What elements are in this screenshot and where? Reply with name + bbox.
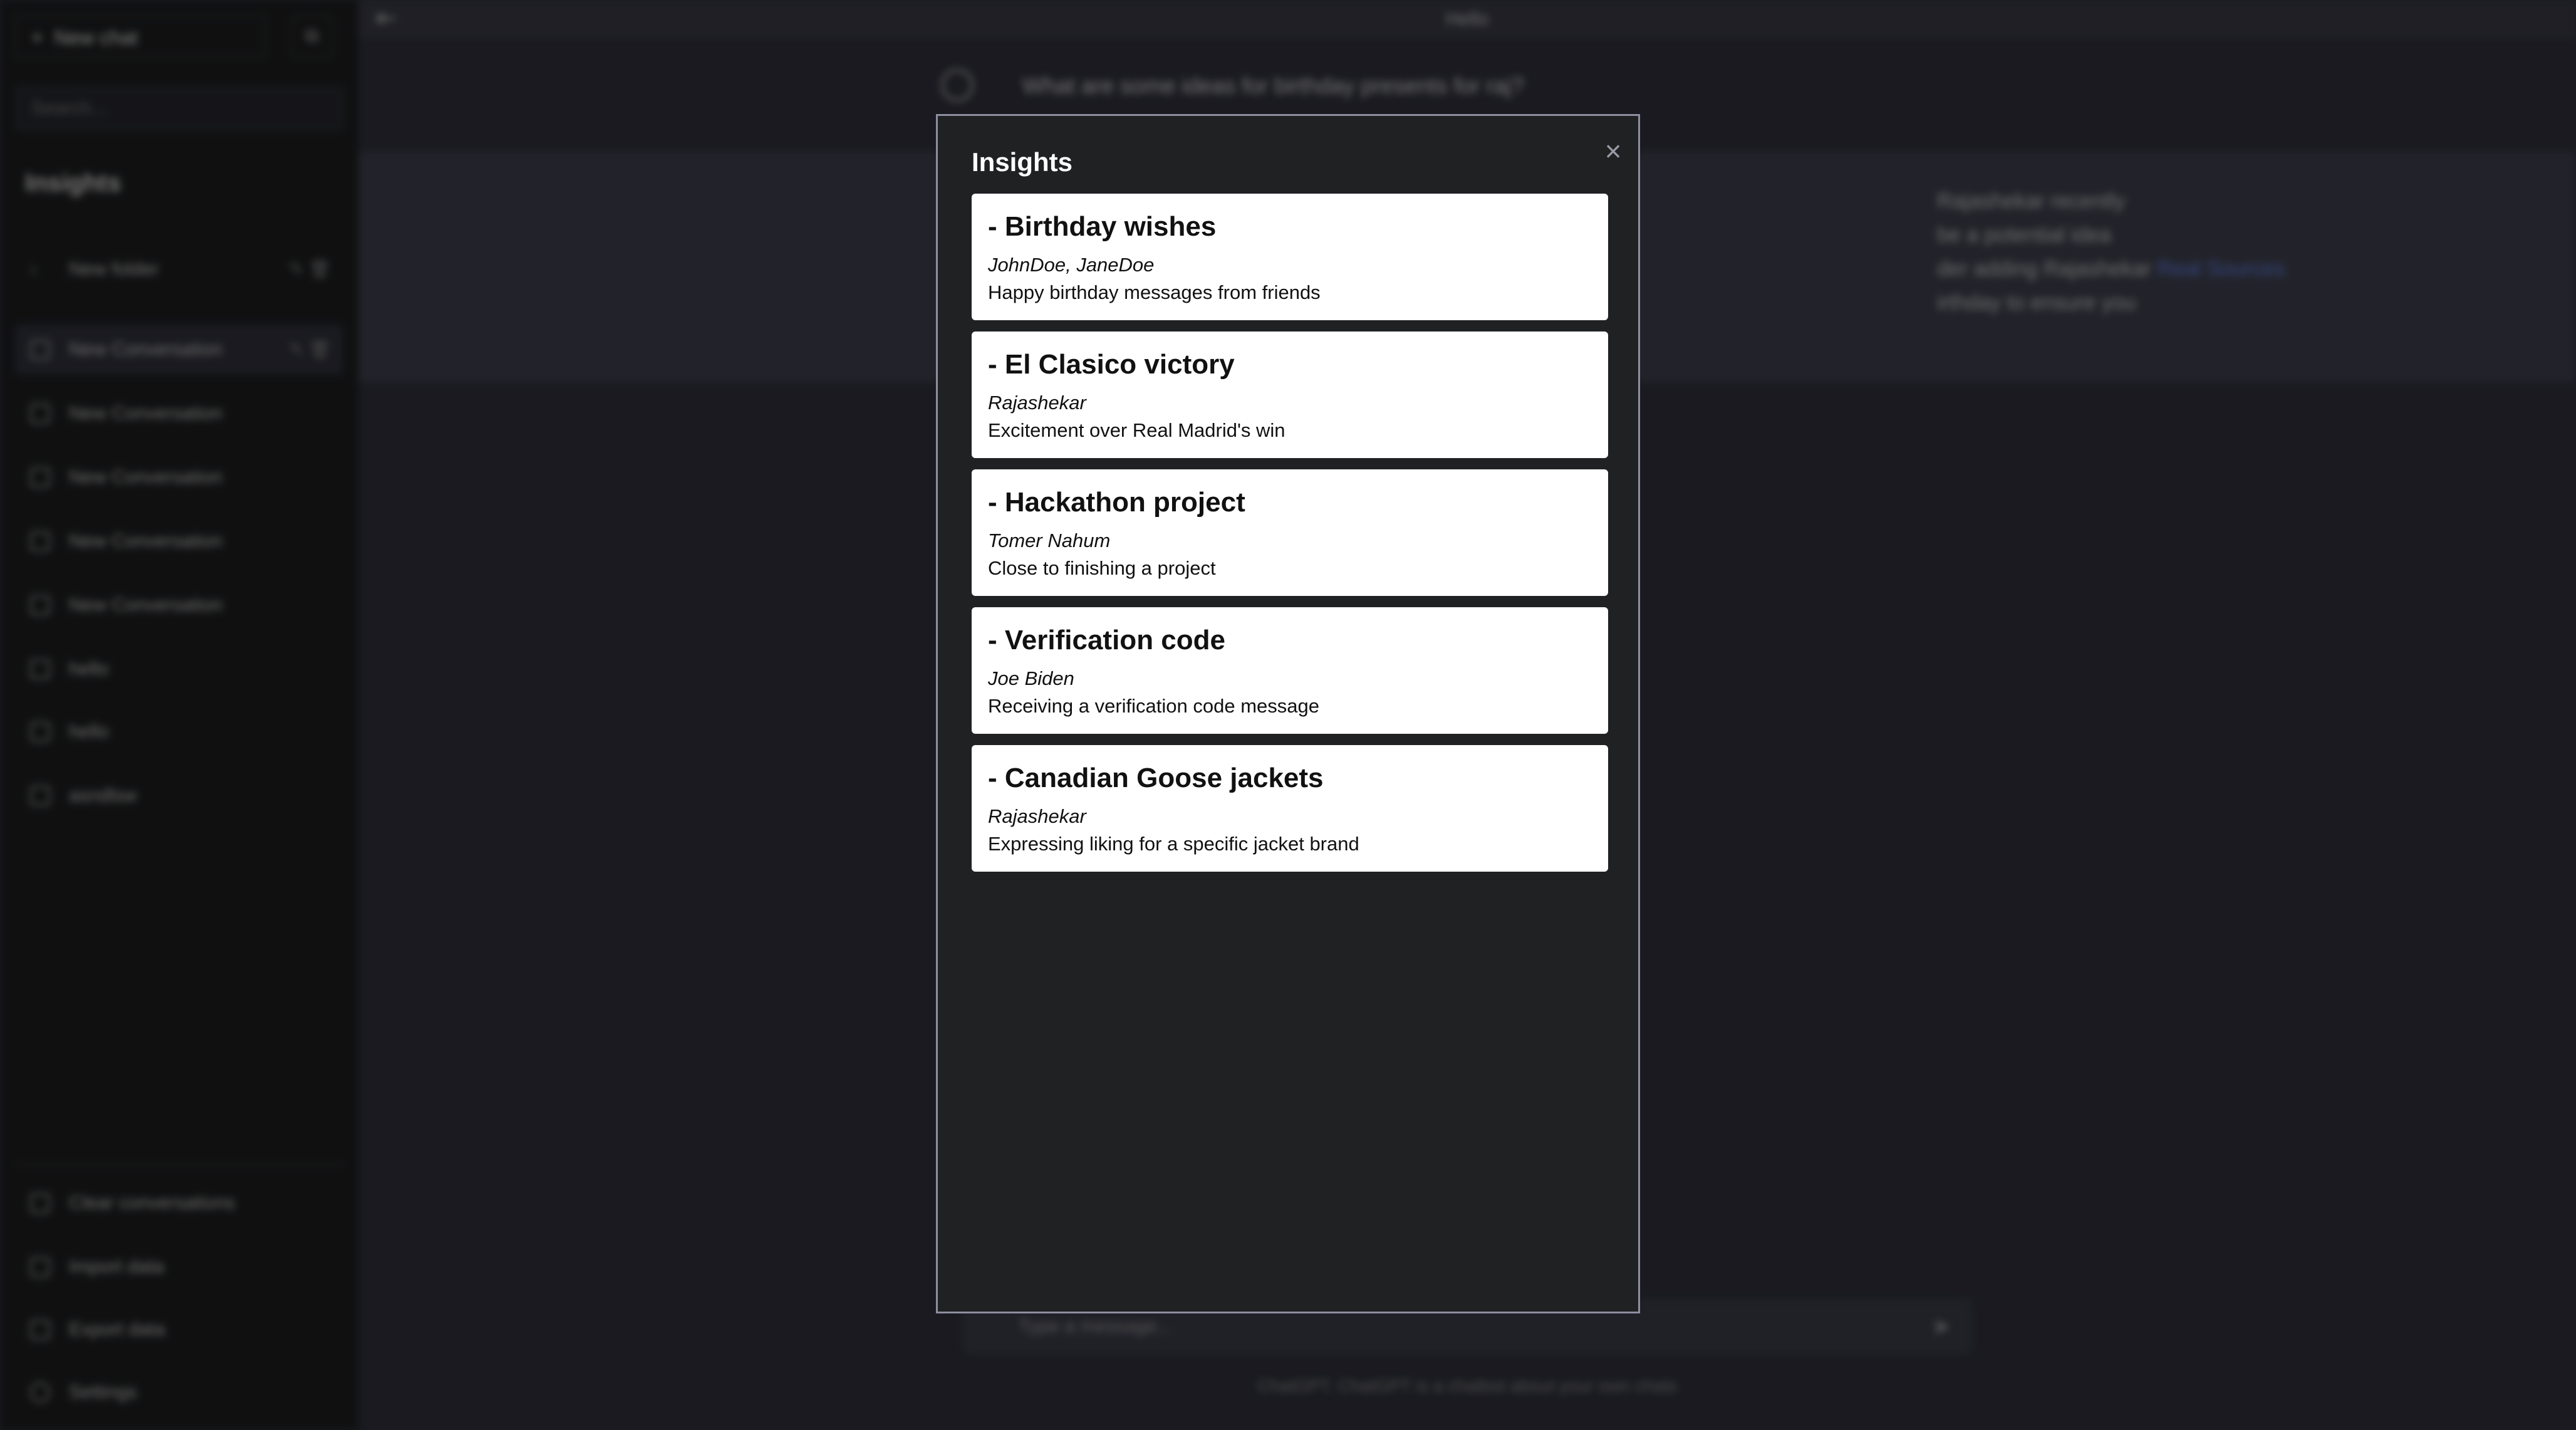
insight-title: - Verification code — [988, 625, 1225, 655]
insight-people: Tomer Nahum — [988, 530, 1111, 551]
insight-title: - Hackathon project — [988, 487, 1245, 518]
insight-card[interactable]: - Birthday wishes JohnDoe, JaneDoe Happy… — [972, 194, 1608, 320]
insight-description: Expressing liking for a specific jacket … — [988, 833, 1359, 855]
insight-description: Happy birthday messages from friends — [988, 281, 1321, 303]
insight-card[interactable]: - Canadian Goose jackets Rajashekar Expr… — [972, 745, 1608, 872]
insight-description: Excitement over Real Madrid's win — [988, 419, 1285, 441]
insight-title: - Canadian Goose jackets — [988, 763, 1324, 793]
insight-people: Joe Biden — [988, 667, 1074, 689]
insight-description: Close to finishing a project — [988, 557, 1216, 579]
insight-card[interactable]: - El Clasico victory Rajashekar Exciteme… — [972, 331, 1608, 458]
insight-people: Rajashekar — [988, 392, 1086, 414]
insight-people: Rajashekar — [988, 805, 1086, 827]
insight-title: - Birthday wishes — [988, 211, 1217, 242]
insight-description: Receiving a verification code message — [988, 695, 1319, 717]
insight-title: - El Clasico victory — [988, 349, 1235, 380]
insight-card[interactable]: - Verification code Joe Biden Receiving … — [972, 607, 1608, 734]
close-icon[interactable]: × — [1597, 135, 1629, 167]
modal-title: Insights — [972, 147, 1073, 177]
insights-modal: Insights × - Birthday wishes JohnDoe, Ja… — [936, 114, 1640, 1313]
insight-people: JohnDoe, JaneDoe — [988, 254, 1155, 276]
insight-card[interactable]: - Hackathon project Tomer Nahum Close to… — [972, 469, 1608, 596]
